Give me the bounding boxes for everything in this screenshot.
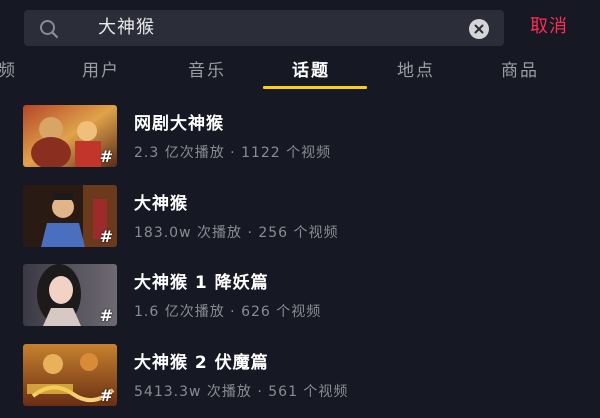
list-item[interactable]: # 大神猴 2 伏魔篇 5413.3w 次播放 · 561 个视频 [0,344,600,410]
tab-video-partial[interactable]: 频 [0,60,17,82]
search-box[interactable]: 大神猴 [24,10,504,46]
play-count: 183.0w 次播放 [134,225,242,241]
tab-music[interactable]: 音乐 [188,60,226,82]
topic-thumbnail: # [23,185,117,247]
play-count: 1.6 亿次播放 [134,304,225,320]
topic-thumbnail: # [23,105,117,167]
topic-hash-icon: # [99,227,113,246]
cancel-button[interactable]: 取消 [530,16,568,38]
topic-title: 网剧大神猴 [134,114,224,134]
search-icon [40,20,59,39]
clear-icon[interactable] [468,18,490,40]
list-item[interactable]: # 网剧大神猴 2.3 亿次播放 · 1122 个视频 [0,105,600,171]
search-input[interactable]: 大神猴 [98,17,155,39]
topic-title: 大神猴 2 伏魔篇 [134,353,269,373]
stats-separator: · [230,145,236,161]
video-count: 1122 个视频 [241,145,332,161]
video-count: 256 个视频 [258,225,339,241]
tab-places[interactable]: 地点 [397,60,435,82]
category-tabs: 频 用户 音乐 话题 地点 商品 [0,56,600,92]
stats-separator: · [230,304,236,320]
tab-topics[interactable]: 话题 [292,60,330,82]
topic-stats: 183.0w 次播放 · 256 个视频 [134,223,339,243]
topic-title: 大神猴 1 降妖篇 [134,273,269,293]
tab-products[interactable]: 商品 [501,60,539,82]
video-count: 561 个视频 [268,384,349,400]
topic-stats: 5413.3w 次播放 · 561 个视频 [134,382,348,402]
topic-hash-icon: # [99,386,113,405]
stats-separator: · [257,384,263,400]
topic-thumbnail: # [23,264,117,326]
topic-hash-icon: # [99,306,113,325]
search-bar-row: 大神猴 取消 [0,0,600,50]
play-count: 5413.3w 次播放 [134,384,252,400]
tab-users[interactable]: 用户 [82,60,120,82]
topic-hash-icon: # [99,147,113,166]
active-tab-indicator [263,86,367,89]
video-count: 626 个视频 [241,304,322,320]
list-item[interactable]: # 大神猴 183.0w 次播放 · 256 个视频 [0,185,600,251]
list-item[interactable]: # 大神猴 1 降妖篇 1.6 亿次播放 · 626 个视频 [0,264,600,330]
stats-separator: · [247,225,253,241]
topic-thumbnail: # [23,344,117,406]
topic-stats: 1.6 亿次播放 · 626 个视频 [134,302,321,322]
play-count: 2.3 亿次播放 [134,145,225,161]
topic-stats: 2.3 亿次播放 · 1122 个视频 [134,143,331,163]
topic-title: 大神猴 [134,194,188,214]
